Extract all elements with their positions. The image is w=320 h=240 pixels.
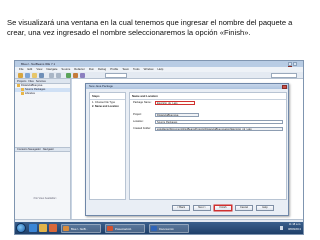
taskbar-clock[interactable]: 11:18 a.m. 08/08/2013	[288, 223, 301, 232]
package-name-row: Package Name: Ejercicio_pk_Lato	[133, 100, 285, 105]
tab-context-navigator[interactable]: Contexto Navegador	[17, 148, 41, 152]
steps-header: Steps	[90, 93, 125, 100]
cancel-button[interactable]: Cancel	[235, 205, 253, 211]
media-icon[interactable]	[49, 224, 57, 232]
clock-time: 11:18 a.m.	[288, 223, 301, 226]
package-name-input[interactable]: Ejercicio_pk_Lato	[155, 100, 195, 105]
project-icon	[17, 84, 20, 87]
name-location-panel: Name and Location Package Name: Ejercici…	[129, 92, 287, 200]
project-row: Project: DistanciaBlue.java	[133, 112, 285, 117]
dialog-title-bar: New Java Package	[86, 84, 288, 89]
profile-icon[interactable]	[80, 73, 85, 78]
powerpoint-icon	[107, 226, 113, 231]
run-icon[interactable]	[66, 73, 71, 78]
word-icon	[151, 226, 157, 231]
project-label: Project:	[133, 113, 142, 116]
config-combo[interactable]	[105, 73, 127, 78]
netbeans-icon	[63, 226, 69, 231]
projects-pane: Projects Files Services DistanciaBlue.ja…	[15, 79, 71, 219]
undo-icon[interactable]	[49, 73, 54, 78]
task-word[interactable]: Documento1	[149, 223, 189, 233]
location-select[interactable]: Source Packages	[155, 119, 283, 124]
start-button[interactable]	[16, 223, 26, 233]
search-input[interactable]	[271, 73, 297, 78]
new-package-dialog: New Java Package Steps 1. Choose File Ty…	[85, 83, 289, 216]
clock-date: 08/08/2013	[288, 227, 301, 231]
open-project-icon[interactable]	[32, 73, 37, 78]
windows-taskbar: BlueJ - NetB... Presentación1 Documento1…	[15, 222, 303, 234]
tray-icon[interactable]	[280, 226, 283, 230]
tree-item-libraries[interactable]: Libraries	[15, 92, 70, 96]
created-folder-field: estudiante\Documents\NetBeansProjects\Di…	[155, 126, 283, 131]
library-icon	[21, 92, 24, 95]
project-field: DistanciaBlue.java	[155, 112, 199, 117]
dialog-buttons: < Back Next > Finish Cancel Help	[86, 205, 288, 212]
debug-icon[interactable]	[73, 73, 78, 78]
dialog-close-icon[interactable]	[282, 84, 287, 89]
package-icon	[21, 88, 24, 91]
explorer-icon[interactable]	[39, 224, 47, 232]
created-folder-row: Created Folder: estudiante\Documents\Net…	[133, 126, 285, 131]
toolbar	[15, 72, 303, 79]
task-powerpoint[interactable]: Presentación1	[105, 223, 145, 233]
redo-icon[interactable]	[56, 73, 61, 78]
next-button[interactable]: Next >	[193, 205, 211, 211]
step-name-location: 2. Name and Location	[92, 104, 119, 108]
finish-button[interactable]: Finish	[214, 205, 232, 211]
navigator-tabs: Contexto Navegador Navigator	[15, 147, 70, 152]
form-header: Name and Location	[130, 93, 286, 100]
help-button[interactable]: Help	[256, 205, 274, 211]
package-name-label: Package Name:	[133, 101, 152, 104]
task-netbeans[interactable]: BlueJ - NetB...	[61, 223, 101, 233]
save-all-icon[interactable]	[39, 73, 44, 78]
tab-navigator[interactable]: Navigator	[43, 148, 54, 152]
back-button[interactable]: < Back	[172, 205, 190, 211]
location-row: Location: Source Packages	[133, 119, 285, 124]
created-folder-label: Created Folder:	[133, 127, 152, 130]
steps-panel: Steps 1. Choose File Type 2. Name and Lo…	[89, 92, 126, 200]
screenshot-window: BlueJ - NetBeans IDE 7.1 File Edit View …	[14, 60, 304, 235]
maximize-icon[interactable]	[293, 62, 297, 66]
window-controls	[287, 62, 301, 70]
instruction-caption: Se visualizará una ventana en la cual te…	[7, 18, 293, 37]
new-file-icon[interactable]	[25, 73, 30, 78]
navigator-empty-text: <No View Available>	[33, 197, 57, 200]
location-label: Location:	[133, 120, 144, 123]
dialog-title: New Java Package	[89, 84, 113, 88]
ie-icon[interactable]	[29, 224, 37, 232]
new-project-icon[interactable]	[18, 73, 23, 78]
